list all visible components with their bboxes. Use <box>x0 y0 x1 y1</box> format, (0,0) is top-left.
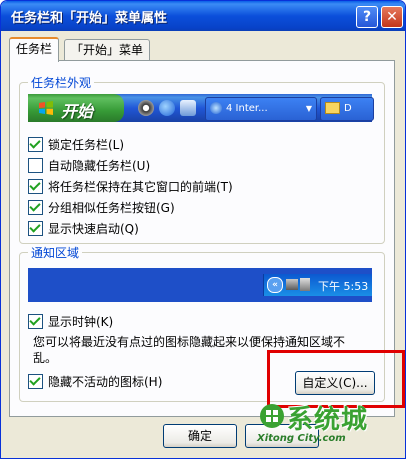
start-button-preview: 开始 <box>28 94 124 122</box>
notification-preview: « 下午 5:53 <box>28 268 372 302</box>
volume-icon <box>300 278 310 291</box>
ie-icon <box>159 100 175 116</box>
keep-on-top-label[interactable]: 将任务栏保持在其它窗口的前端(T) <box>48 178 233 195</box>
show-clock-checkbox[interactable] <box>28 314 43 329</box>
dropdown-arrow-icon: ▼ <box>305 104 312 113</box>
help-button[interactable]: ? <box>356 6 378 28</box>
hide-inactive-checkbox[interactable] <box>28 374 43 389</box>
keep-on-top-checkbox[interactable] <box>28 179 43 194</box>
group-title-notify: 通知区域 <box>28 244 83 261</box>
title-bar[interactable]: 任务栏和「开始」菜单属性 ? ✕ <box>1 1 405 31</box>
ie-small-icon <box>210 102 222 114</box>
tab-taskbar[interactable]: 任务栏 <box>9 37 60 62</box>
group-buttons-label[interactable]: 分组相似任务栏按钮(G) <box>48 199 175 216</box>
media-player-icon <box>138 100 154 116</box>
system-tray: « 下午 5:53 <box>263 274 372 296</box>
watermark-logo <box>260 404 284 428</box>
watermark-text: 系统城 <box>287 405 369 435</box>
window-title: 任务栏和「开始」菜单属性 <box>11 11 168 26</box>
lock-taskbar-checkbox[interactable] <box>28 137 43 152</box>
ok-button[interactable]: 确定 <box>163 424 237 448</box>
taskbar-preview: 开始 4 Inter... ▼ D <box>28 94 374 122</box>
watermark: 系统城 Xitong City.com <box>251 399 381 454</box>
properties-window: 任务栏和「开始」菜单属性 ? ✕ 任务栏 「开始」菜单 任务栏外观 开始 4 I… <box>0 0 406 459</box>
folder-icon <box>325 102 340 114</box>
expand-tray-icon: « <box>267 277 283 293</box>
tab-start-menu[interactable]: 「开始」菜单 <box>64 39 151 60</box>
group-buttons-checkbox[interactable] <box>28 200 43 215</box>
group-title-taskbar: 任务栏外观 <box>28 74 95 91</box>
quick-launch-label[interactable]: 显示快速启动(Q) <box>48 220 139 237</box>
task-item-ie: 4 Inter... ▼ <box>205 97 317 121</box>
tray-clock: 下午 5:53 <box>318 280 369 293</box>
lock-taskbar-label[interactable]: 锁定任务栏(L) <box>48 136 124 153</box>
task-item-folder-label: D <box>344 103 352 114</box>
network-icon <box>286 279 298 290</box>
hide-inactive-label[interactable]: 隐藏不活动的图标(H) <box>48 373 162 390</box>
quick-launch-checkbox[interactable] <box>28 221 43 236</box>
show-desktop-icon <box>180 100 196 116</box>
watermark-url: Xitong City.com <box>257 433 346 444</box>
close-button[interactable]: ✕ <box>381 6 403 28</box>
task-item-ie-label: 4 Inter... <box>226 103 268 114</box>
windows-flag-icon <box>39 101 53 115</box>
auto-hide-label[interactable]: 自动隐藏任务栏(U) <box>48 157 150 174</box>
show-clock-label[interactable]: 显示时钟(K) <box>48 313 113 330</box>
task-item-folder: D <box>320 97 374 121</box>
auto-hide-checkbox[interactable] <box>28 158 43 173</box>
start-button-label: 开始 <box>61 102 94 121</box>
